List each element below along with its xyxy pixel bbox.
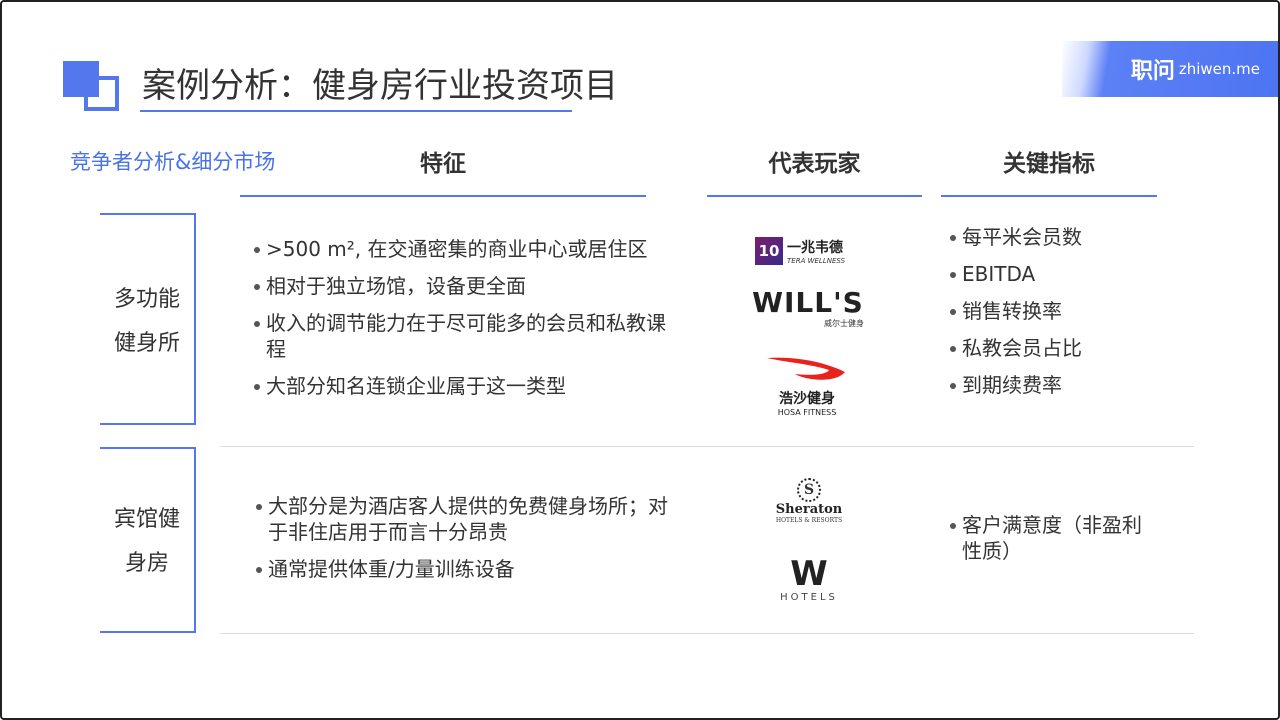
sheraton-badge: S xyxy=(797,478,821,502)
row-label: 多功能 健身所 xyxy=(100,278,194,366)
wills-sub: 威尔士健身 xyxy=(824,319,864,328)
sheraton-name: Sheraton xyxy=(775,502,843,517)
w-hotels-logo: W HOTELS xyxy=(765,556,853,603)
row-bracket xyxy=(100,213,196,215)
title-underline xyxy=(140,110,572,112)
row-bracket xyxy=(100,423,196,425)
list-item: 大部分是为酒店客人提供的免费健身场所；对于非住店用于而言十分昂贵 xyxy=(256,493,686,545)
row-label: 宾馆健 身房 xyxy=(100,498,194,586)
hosa-sub: HOSA FITNESS xyxy=(777,408,837,417)
brand-en: zhiwen.me xyxy=(1178,60,1260,78)
row-bracket xyxy=(194,213,196,425)
hosa-name: 浩沙健身 xyxy=(779,391,835,407)
list-item: 私教会员占比 xyxy=(950,335,1170,361)
col-header-features: 特征 xyxy=(420,151,466,177)
tera-wellness-logo: 10 一兆韦德 TERA WELLNESS xyxy=(755,236,865,266)
col-header-metrics: 关键指标 xyxy=(1003,151,1095,177)
tera-badge: 10 xyxy=(755,237,783,265)
row-label-line: 健身所 xyxy=(113,331,180,356)
row-bracket xyxy=(194,447,196,633)
list-item: 每平米会员数 xyxy=(950,224,1170,250)
col-header-line xyxy=(240,195,646,197)
row-bracket xyxy=(100,447,196,449)
wills-name: WILL'S xyxy=(752,286,864,319)
tera-name: 一兆韦德 xyxy=(787,240,843,256)
list-item: 客户满意度（非盈利性质） xyxy=(950,512,1150,564)
metrics-list: 客户满意度（非盈利性质） xyxy=(950,512,1150,575)
list-item: EBITDA xyxy=(950,261,1170,287)
sheraton-logo: S Sheraton HOTELS & RESORTS xyxy=(765,478,853,524)
col-header-line xyxy=(707,195,922,197)
row-label-line: 身房 xyxy=(124,551,169,576)
row-bracket xyxy=(100,631,196,633)
features-list: 大部分是为酒店客人提供的免费健身场所；对于非住店用于而言十分昂贵 通常提供体重/… xyxy=(256,493,686,593)
row-label-line: 多功能 xyxy=(113,287,180,312)
row-divider xyxy=(220,446,1194,447)
features-list: >500 m², 在交通密集的商业中心或居住区 相对于独立场馆，设备更全面 收入… xyxy=(254,236,684,410)
hosa-logo: 浩沙健身 HOSA FITNESS xyxy=(762,354,852,417)
title-decor-outline xyxy=(84,76,119,111)
wills-logo: WILL'S 威尔士健身 xyxy=(752,288,864,329)
brand-logo: 职问 zhiwen.me xyxy=(1062,41,1278,97)
col-header-line xyxy=(941,195,1157,197)
page-title: 案例分析：健身房行业投资项目 xyxy=(142,66,618,106)
w-sub: HOTELS xyxy=(780,592,838,603)
hosa-swoosh-icon xyxy=(767,357,845,380)
list-item: 销售转换率 xyxy=(950,298,1170,324)
row-label-line: 宾馆健 xyxy=(113,507,180,532)
list-item: 通常提供体重/力量训练设备 xyxy=(256,556,686,582)
row-divider xyxy=(220,633,1194,634)
col-header-players: 代表玩家 xyxy=(768,151,861,177)
list-item: 收入的调节能力在于尽可能多的会员和私教课程 xyxy=(254,310,684,362)
metrics-list: 每平米会员数 EBITDA 销售转换率 私教会员占比 到期续费率 xyxy=(950,224,1170,409)
list-item: 大部分知名连锁企业属于这一类型 xyxy=(254,373,684,399)
w-name: W xyxy=(790,554,828,594)
tera-sub: TERA WELLNESS xyxy=(787,257,846,265)
list-item: 到期续费率 xyxy=(950,372,1170,398)
list-item: >500 m², 在交通密集的商业中心或居住区 xyxy=(254,236,684,262)
brand-cn: 职问 xyxy=(1130,59,1175,84)
sheraton-sub: HOTELS & RESORTS xyxy=(775,517,843,524)
list-item: 相对于独立场馆，设备更全面 xyxy=(254,273,684,299)
